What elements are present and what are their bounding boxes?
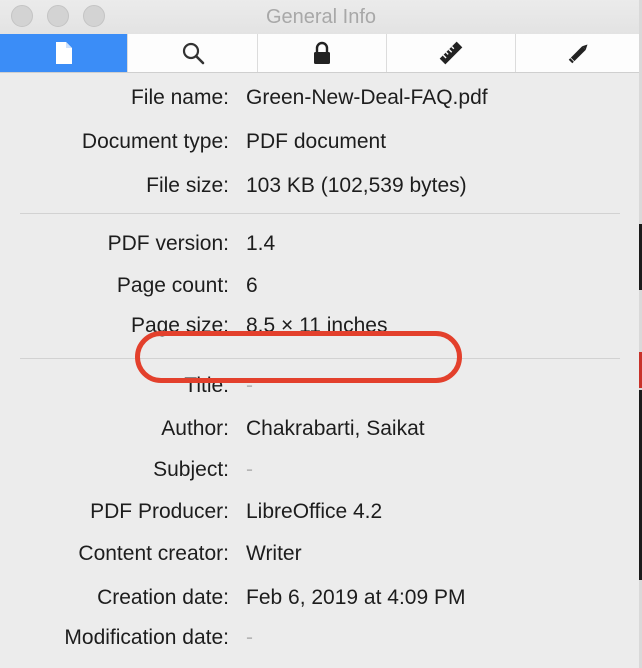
document-icon [55,42,72,64]
author-value: Chakrabarti, Saikat [246,417,425,440]
page-count-value: 6 [246,274,258,297]
pdf-producer-value: LibreOffice 4.2 [246,500,383,523]
pencil-icon [568,44,588,64]
file-size-value: 103 KB (102,539 bytes) [246,174,467,197]
file-name-label: File name: [130,86,229,109]
file-size-row: File size: 103 KB (102,539 bytes) [0,171,642,201]
author-highlight-ring [135,331,462,383]
magnifier-icon [182,42,204,65]
author-row: Author: Chakrabarti, Saikat [0,414,642,444]
tab-security[interactable] [258,34,387,72]
creation-date-label: Creation date: [97,586,229,609]
pdf-version-row: PDF version: 1.4 [0,229,642,259]
page-count-row: Page count: 6 [0,271,642,301]
file-size-label: File size: [146,174,229,197]
content-creator-row: Content creator: Writer [0,539,642,569]
pdf-version-label: PDF version: [107,232,229,255]
ruler-icon [439,41,463,65]
document-type-label: Document type: [81,130,229,153]
content-creator-label: Content creator: [78,542,229,565]
inspector-tab-bar [0,34,642,73]
tab-general[interactable] [0,34,128,72]
window-title: General Info [265,6,377,28]
tab-annotate[interactable] [516,34,642,72]
pdf-producer-row: PDF Producer: LibreOffice 4.2 [0,497,642,527]
tab-measure[interactable] [387,34,516,72]
modification-date-row: Modification date: - [0,623,642,653]
document-type-value: PDF document [246,130,387,153]
creation-date-row: Creation date: Feb 6, 2019 at 4:09 PM [0,583,642,613]
title-bar[interactable]: General Info [0,0,642,35]
pdf-producer-label: PDF Producer: [90,500,229,523]
page-count-label: Page count: [116,274,229,297]
content-creator-value: Writer [246,542,302,565]
lock-icon [314,41,330,64]
author-label: Author: [161,417,229,440]
document-type-row: Document type: PDF document [0,127,642,157]
file-name-row: File name: Green-New-Deal-FAQ.pdf [0,83,642,113]
modification-date-value: - [246,626,253,649]
subject-row: Subject: - [0,455,642,485]
creation-date-value: Feb 6, 2019 at 4:09 PM [246,586,466,609]
file-name-value[interactable]: Green-New-Deal-FAQ.pdf [246,83,488,113]
general-info-window: General Info File name: Green-New-Deal-F… [0,0,642,668]
subject-label: Subject: [153,458,229,481]
pdf-version-value: 1.4 [246,232,276,255]
tab-search[interactable] [128,34,258,72]
modification-date-label: Modification date: [64,626,229,649]
section-divider [20,213,620,214]
subject-value: - [246,458,253,481]
